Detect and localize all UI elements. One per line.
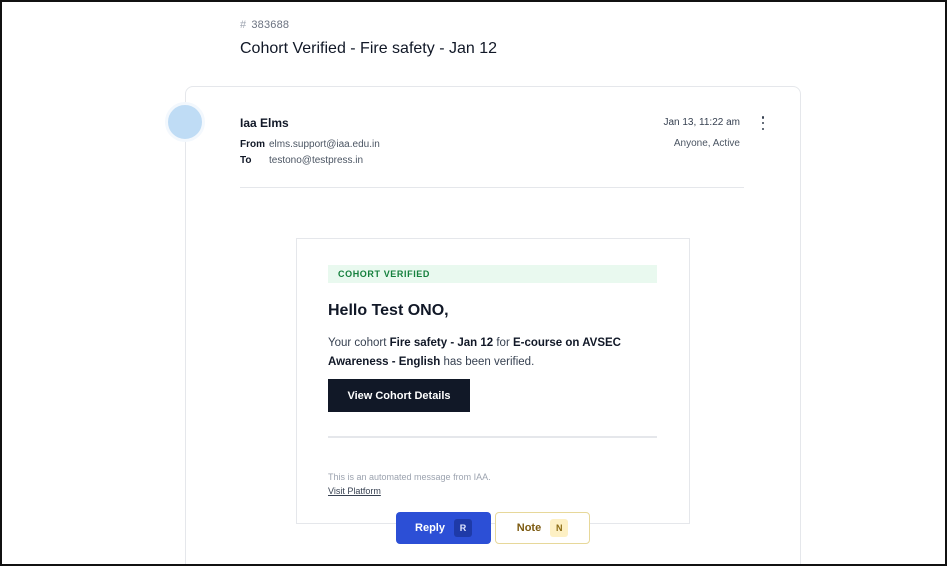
to-label: To [240, 155, 252, 166]
note-shortcut-key: N [550, 519, 569, 537]
more-options-icon[interactable] [758, 115, 768, 131]
page-title: Cohort Verified - Fire safety - Jan 12 [240, 40, 497, 57]
header-divider [240, 187, 744, 188]
email-divider [328, 436, 657, 438]
ticket-number: #383688 [240, 19, 289, 31]
view-cohort-details-button[interactable]: View Cohort Details [328, 379, 470, 412]
note-label: Note [516, 522, 542, 534]
status-badge: COHORT VERIFIED [328, 265, 657, 283]
reply-button[interactable]: Reply R [396, 512, 491, 544]
cohort-name: Fire safety - Jan 12 [389, 337, 494, 349]
automated-message-note: This is an automated message from IAA. [328, 472, 491, 482]
from-address: elms.support@iaa.edu.in [269, 139, 380, 150]
to-row: To testono@testpress.in [240, 155, 363, 166]
reply-label: Reply [415, 522, 445, 534]
visit-platform-link[interactable]: Visit Platform [328, 486, 381, 496]
avatar [165, 102, 205, 142]
assignment-status: Anyone, Active [673, 138, 740, 149]
to-address: testono@testpress.in [269, 155, 364, 166]
from-label: From [240, 139, 265, 150]
kebab-dot [761, 127, 765, 130]
reply-shortcut-key: R [453, 519, 472, 537]
note-button[interactable]: Note N [495, 512, 590, 544]
email-text: Your cohort Fire safety - Jan 12 for E-c… [328, 334, 658, 372]
text-part: Your cohort [328, 337, 390, 349]
kebab-dot [761, 116, 765, 119]
text-part: for [493, 337, 513, 349]
hash-icon: # [240, 19, 247, 31]
sender-name: Iaa Elms [240, 116, 289, 130]
text-part: has been verified. [440, 356, 535, 368]
ticket-id-value: 383688 [251, 19, 290, 31]
ticket-view: #383688 Cohort Verified - Fire safety - … [0, 0, 947, 566]
kebab-dot [761, 121, 765, 125]
message-date: Jan 13, 11:22 am [663, 117, 740, 128]
email-greeting: Hello Test ONO, [328, 302, 449, 319]
from-row: From elms.support@iaa.edu.in [240, 139, 380, 150]
email-body: COHORT VERIFIED Hello Test ONO, Your coh… [296, 238, 690, 524]
